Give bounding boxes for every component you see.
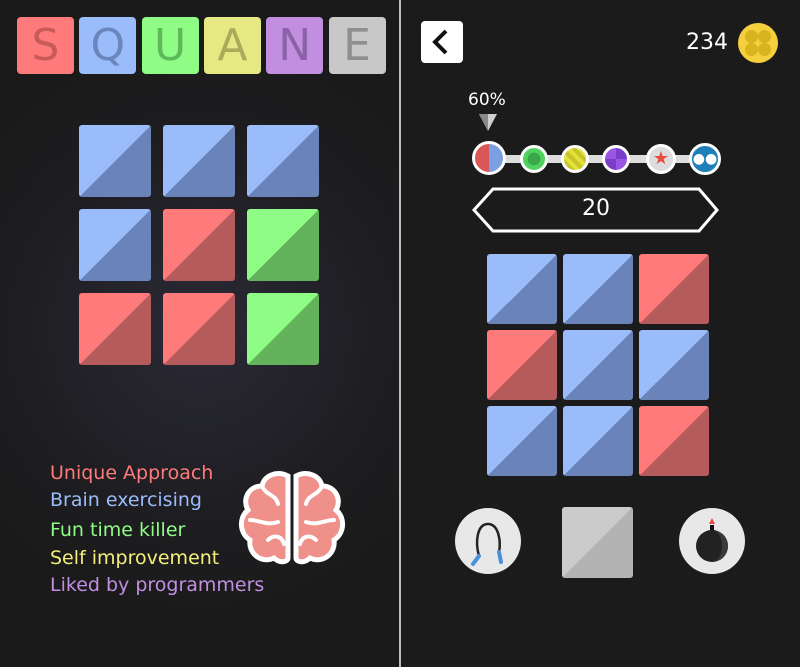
level-node-yellow[interactable] [561,145,589,173]
feature-text: Fun time killer [50,519,186,541]
progress-label: 60% [468,90,506,110]
feature-text: Unique Approach [50,462,214,484]
tile-red[interactable] [639,406,709,476]
brain-icon [239,471,345,565]
jump-rope-button[interactable] [455,508,521,574]
coin-icon [738,23,778,63]
star-icon: ★ [652,148,670,169]
tile-blue[interactable] [563,406,633,476]
tile-blue [79,125,151,197]
game-panel: 234 60% ★ ●● 20 [401,0,800,667]
bomb-icon [696,518,728,562]
level-node-purple[interactable] [602,145,630,173]
tile-red [79,293,151,365]
title-letter: E [328,17,386,74]
tile-red[interactable] [487,330,557,400]
tile-green [247,293,319,365]
level-node-monkey[interactable]: ●● [689,143,721,175]
tile-blue [79,209,151,281]
bomb-button[interactable] [679,508,745,574]
feature-text: Brain exercising [50,489,202,511]
title-letter: U [141,17,199,74]
title-letter: A [203,17,261,74]
level-node-red-blue[interactable] [472,141,506,175]
back-button[interactable] [421,21,463,63]
tile-green [247,209,319,281]
title-letter: N [266,17,324,74]
tile-red [163,209,235,281]
level-node-star[interactable]: ★ [646,144,676,174]
tile-red [163,293,235,365]
intro-panel: SQUANE Unique Approach Brain exercising Fu… [0,0,399,667]
title-letter: S [17,17,74,74]
tile-blue[interactable] [563,254,633,324]
monkey-icon: ●● [692,151,718,167]
moves-counter: 20 [582,196,610,221]
title-letter: Q [79,17,137,74]
tile-blue[interactable] [563,330,633,400]
level-node-green[interactable] [520,145,548,173]
tile-blue[interactable] [639,330,709,400]
tile-red[interactable] [639,254,709,324]
feature-text: Liked by programmers [50,574,265,596]
tile-blue[interactable] [487,254,557,324]
progress-marker-icon [479,114,497,131]
tile-blue [163,125,235,197]
tile-blue [247,125,319,197]
gray-tile-button[interactable] [562,507,633,578]
tile-blue[interactable] [487,406,557,476]
coin-count: 234 [686,30,728,55]
feature-text: Self improvement [50,547,220,569]
jump-rope-icon [471,522,503,566]
chevron-left-icon [432,29,448,55]
